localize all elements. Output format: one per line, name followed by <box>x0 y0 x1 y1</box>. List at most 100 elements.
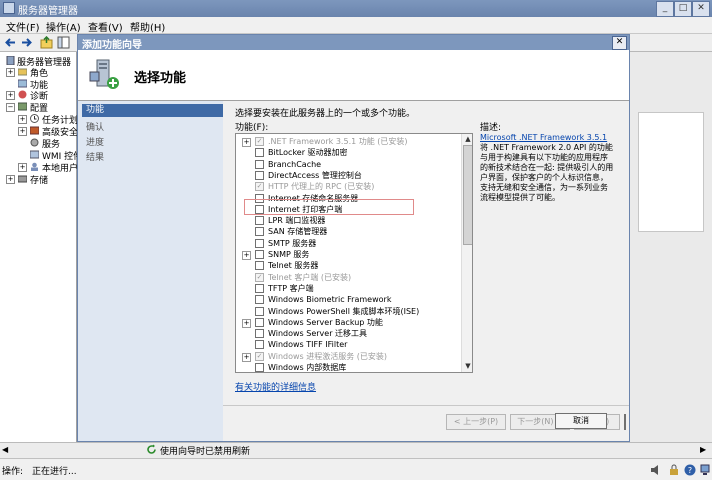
feature-row[interactable]: BitLocker 驱动器加密 <box>236 147 458 158</box>
feature-checkbox[interactable] <box>255 159 264 169</box>
feature-row[interactable]: BranchCache <box>236 159 458 170</box>
menu-file[interactable]: 文件(F) <box>6 19 40 34</box>
feature-label: HTTP 代理上的 RPC (已安装) <box>268 182 375 192</box>
scroll-left-arrow-icon[interactable]: ◀ <box>2 445 8 454</box>
feature-row[interactable]: Windows Server 迁移工具 <box>236 328 458 339</box>
feature-checkbox[interactable] <box>255 283 264 293</box>
scroll-down-arrow-icon[interactable]: ▼ <box>463 361 472 371</box>
menu-action[interactable]: 操作(A) <box>46 19 81 34</box>
feature-row[interactable]: SAN 存储管理器 <box>236 226 458 237</box>
window-title: 服务器管理器 <box>18 6 78 17</box>
feature-checkbox: ✓ <box>255 351 264 361</box>
wizard-title: 添加功能向导 <box>82 40 142 51</box>
up-folder-icon[interactable] <box>40 36 53 49</box>
tree-expand[interactable]: + <box>18 127 27 136</box>
tree-expand[interactable]: + <box>6 68 15 77</box>
feature-expand-icon[interactable]: + <box>242 318 251 328</box>
wizard-close-button[interactable]: ✕ <box>612 36 627 50</box>
feature-checkbox[interactable] <box>255 227 264 237</box>
scroll-up-arrow-icon[interactable]: ▲ <box>463 134 472 144</box>
feature-checkbox[interactable] <box>255 329 264 339</box>
menu-view[interactable]: 查看(V) <box>88 19 123 34</box>
features-scrollbar[interactable]: ▲ ▼ <box>461 134 472 372</box>
feature-row[interactable]: ✓ Telnet 客户端 (已安装) <box>236 272 458 283</box>
feature-row[interactable]: LPR 端口监视器 <box>236 215 458 226</box>
feature-row[interactable]: Windows Biometric Framework <box>236 294 458 305</box>
feature-checkbox[interactable] <box>255 340 264 350</box>
feature-row[interactable]: + SNMP 服务 <box>236 249 458 260</box>
tray-help-icon[interactable]: ? <box>684 464 696 476</box>
wizard-page-heading: 选择功能 <box>134 71 187 86</box>
tray-speaker-icon[interactable] <box>650 464 662 476</box>
feature-row[interactable]: + ✓ Windows 进程激活服务 (已安装) <box>236 351 458 362</box>
maximize-button[interactable]: □ <box>674 1 692 17</box>
menu-help[interactable]: 帮助(H) <box>130 19 165 34</box>
scroll-thumb[interactable] <box>463 145 472 245</box>
divider <box>223 405 629 406</box>
menu-bar: 文件(F) 操作(A) 查看(V) 帮助(H) <box>0 17 712 34</box>
more-info-link[interactable]: 有关功能的详细信息 <box>235 380 316 393</box>
feature-label: SNMP 服务 <box>268 250 310 259</box>
server-icon <box>6 56 15 65</box>
feature-checkbox[interactable] <box>255 306 264 316</box>
feature-checkbox[interactable] <box>255 170 264 180</box>
feature-checkbox[interactable] <box>255 317 264 327</box>
feature-checkbox[interactable] <box>255 216 264 226</box>
description-link[interactable]: Microsoft .NET Framework 3.5.1 <box>480 133 607 142</box>
prev-button[interactable]: < 上一步(P) <box>446 414 506 430</box>
feature-row[interactable]: DirectAccess 管理控制台 <box>236 170 458 181</box>
feature-checkbox[interactable] <box>255 363 264 372</box>
feature-checkbox[interactable] <box>255 295 264 305</box>
tray-network-icon[interactable] <box>700 464 710 476</box>
feature-row[interactable]: TFTP 客户端 <box>236 283 458 294</box>
feature-checkbox: ✓ <box>255 137 264 146</box>
wizard-title-bar: 添加功能向导 ✕ <box>78 35 629 51</box>
close-window-button[interactable]: ✕ <box>692 1 710 17</box>
tree-collapse[interactable]: − <box>6 103 15 112</box>
step-results: 结果 <box>86 153 105 163</box>
back-arrow-icon[interactable] <box>4 36 17 49</box>
firewall-icon <box>30 126 39 135</box>
cancel-button[interactable]: 取消 <box>555 413 607 429</box>
feature-expand-icon[interactable]: + <box>242 352 251 362</box>
users-icon <box>31 162 38 171</box>
feature-row[interactable]: Telnet 服务器 <box>236 260 458 271</box>
features-list[interactable]: + ✓ .NET Framework 3.5.1 功能 (已安装) BitLocker… <box>235 133 473 373</box>
scroll-right-arrow-icon[interactable]: ▶ <box>700 445 706 454</box>
minimize-button[interactable]: _ <box>656 1 674 17</box>
tree-expand[interactable]: + <box>6 175 15 184</box>
instruction-text: 选择要安装在此服务器上的一个或多个功能。 <box>235 109 416 119</box>
tree-expand[interactable]: + <box>6 91 15 100</box>
horizontal-scrollbar[interactable]: ◀ 使用向导时已禁用刷新 ▶ <box>0 442 712 458</box>
configuration-icon <box>18 102 27 111</box>
wizard-content: 选择要安装在此服务器上的一个或多个功能。 功能(F): + ✓ .NET Frame… <box>223 101 629 441</box>
feature-row[interactable]: + ✓ .NET Framework 3.5.1 功能 (已安装) <box>236 136 458 147</box>
feature-label: SAN 存储管理器 <box>268 227 328 237</box>
feature-expand-icon[interactable]: + <box>242 138 251 147</box>
feature-checkbox[interactable] <box>255 250 264 259</box>
add-feature-icon <box>89 59 119 89</box>
feature-row[interactable]: Windows TIFF IFilter <box>236 339 458 350</box>
step-features[interactable]: 功能 <box>82 104 223 117</box>
feature-label: Telnet 客户端 (已安装) <box>268 272 352 282</box>
feature-row[interactable]: ✓ HTTP 代理上的 RPC (已安装) <box>236 181 458 192</box>
status-label: 操作: <box>2 467 24 477</box>
feature-checkbox[interactable] <box>255 238 264 248</box>
feature-row[interactable]: + Windows Server Backup 功能 <box>236 317 458 328</box>
feature-expand-icon[interactable]: + <box>242 251 251 260</box>
clock-icon <box>30 114 39 123</box>
feature-row[interactable]: SMTP 服务器 <box>236 238 458 249</box>
feature-checkbox[interactable] <box>255 148 264 158</box>
feature-label: Windows PowerShell 集成脚本环境(ISE) <box>268 306 420 316</box>
feature-row[interactable]: Windows PowerShell 集成脚本环境(ISE) <box>236 306 458 317</box>
feature-row[interactable]: Windows 内部数据库 <box>236 362 458 372</box>
show-hide-tree-icon[interactable] <box>57 36 70 49</box>
feature-checkbox[interactable] <box>255 261 264 271</box>
tree-item-storage[interactable]: 存储 <box>30 173 48 186</box>
tree-expand[interactable]: + <box>18 163 27 172</box>
feature-label: BranchCache <box>268 159 322 169</box>
tree-expand[interactable]: + <box>18 115 27 124</box>
forward-arrow-icon[interactable] <box>20 36 33 49</box>
feature-label: .NET Framework 3.5.1 功能 (已安装) <box>268 137 408 146</box>
tray-lock-icon[interactable] <box>668 464 680 476</box>
